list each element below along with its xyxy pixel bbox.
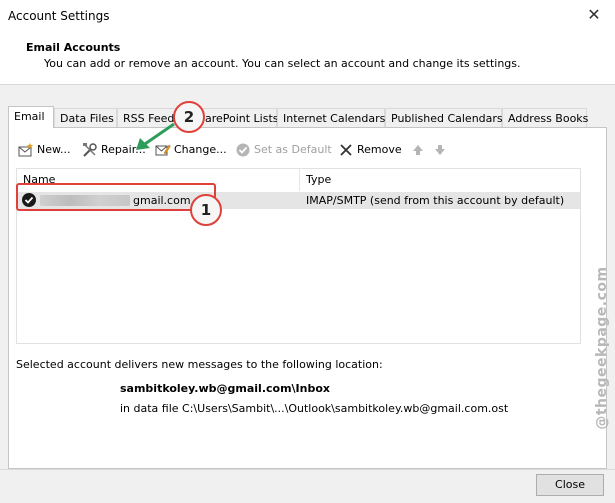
callout-badge-1: 1 bbox=[190, 194, 222, 226]
account-type: IMAP/SMTP (send from this account by def… bbox=[306, 194, 565, 207]
tab-data-files[interactable]: Data Files bbox=[54, 108, 117, 127]
callout-arrow-icon bbox=[136, 122, 175, 150]
dialog-header: Email Accounts You can add or remove an … bbox=[0, 32, 615, 85]
watermark: @thegeekpage.com bbox=[582, 240, 610, 460]
repair-tools-icon bbox=[82, 142, 98, 158]
column-header-type[interactable]: Type bbox=[300, 169, 580, 191]
remove-button-label: Remove bbox=[357, 143, 402, 156]
close-button[interactable]: Close bbox=[536, 474, 604, 496]
move-down-button[interactable] bbox=[432, 142, 448, 158]
set-as-default-label: Set as Default bbox=[254, 143, 332, 156]
data-file-path: in data file C:\Users\Sambit\...\Outlook… bbox=[120, 402, 509, 415]
remove-x-icon bbox=[338, 142, 354, 158]
tab-email[interactable]: Email bbox=[8, 106, 54, 128]
header-heading: Email Accounts bbox=[26, 41, 121, 54]
header-subtext: You can add or remove an account. You ca… bbox=[44, 57, 521, 70]
set-as-default-button[interactable]: Set as Default bbox=[235, 142, 332, 158]
tab-published-calendars[interactable]: Published Calendars bbox=[385, 108, 503, 127]
title-bar: Account Settings ✕ bbox=[0, 0, 615, 32]
new-button-label: New... bbox=[37, 143, 71, 156]
footer-divider bbox=[0, 469, 615, 470]
window-close-icon[interactable]: ✕ bbox=[583, 4, 605, 26]
move-up-button[interactable] bbox=[410, 142, 426, 158]
new-button[interactable]: New... bbox=[18, 142, 70, 158]
arrow-up-icon bbox=[410, 142, 426, 158]
remove-button[interactable]: Remove bbox=[338, 142, 402, 158]
account-highlight-box bbox=[16, 183, 216, 211]
tab-internet-calendars[interactable]: Internet Calendars bbox=[277, 108, 385, 127]
delivery-folder: sambitkoley.wb@gmail.com\Inbox bbox=[120, 382, 331, 395]
change-button-label: Change... bbox=[174, 143, 227, 156]
window-title: Account Settings bbox=[8, 9, 110, 23]
new-mail-icon bbox=[18, 142, 34, 158]
tab-address-books[interactable]: Address Books bbox=[502, 108, 588, 127]
watermark-text: @thegeekpage.com bbox=[594, 266, 610, 430]
arrow-down-icon bbox=[432, 142, 448, 158]
delivery-info-text: Selected account delivers new messages t… bbox=[16, 358, 383, 371]
checkmark-circle-icon bbox=[235, 142, 251, 158]
